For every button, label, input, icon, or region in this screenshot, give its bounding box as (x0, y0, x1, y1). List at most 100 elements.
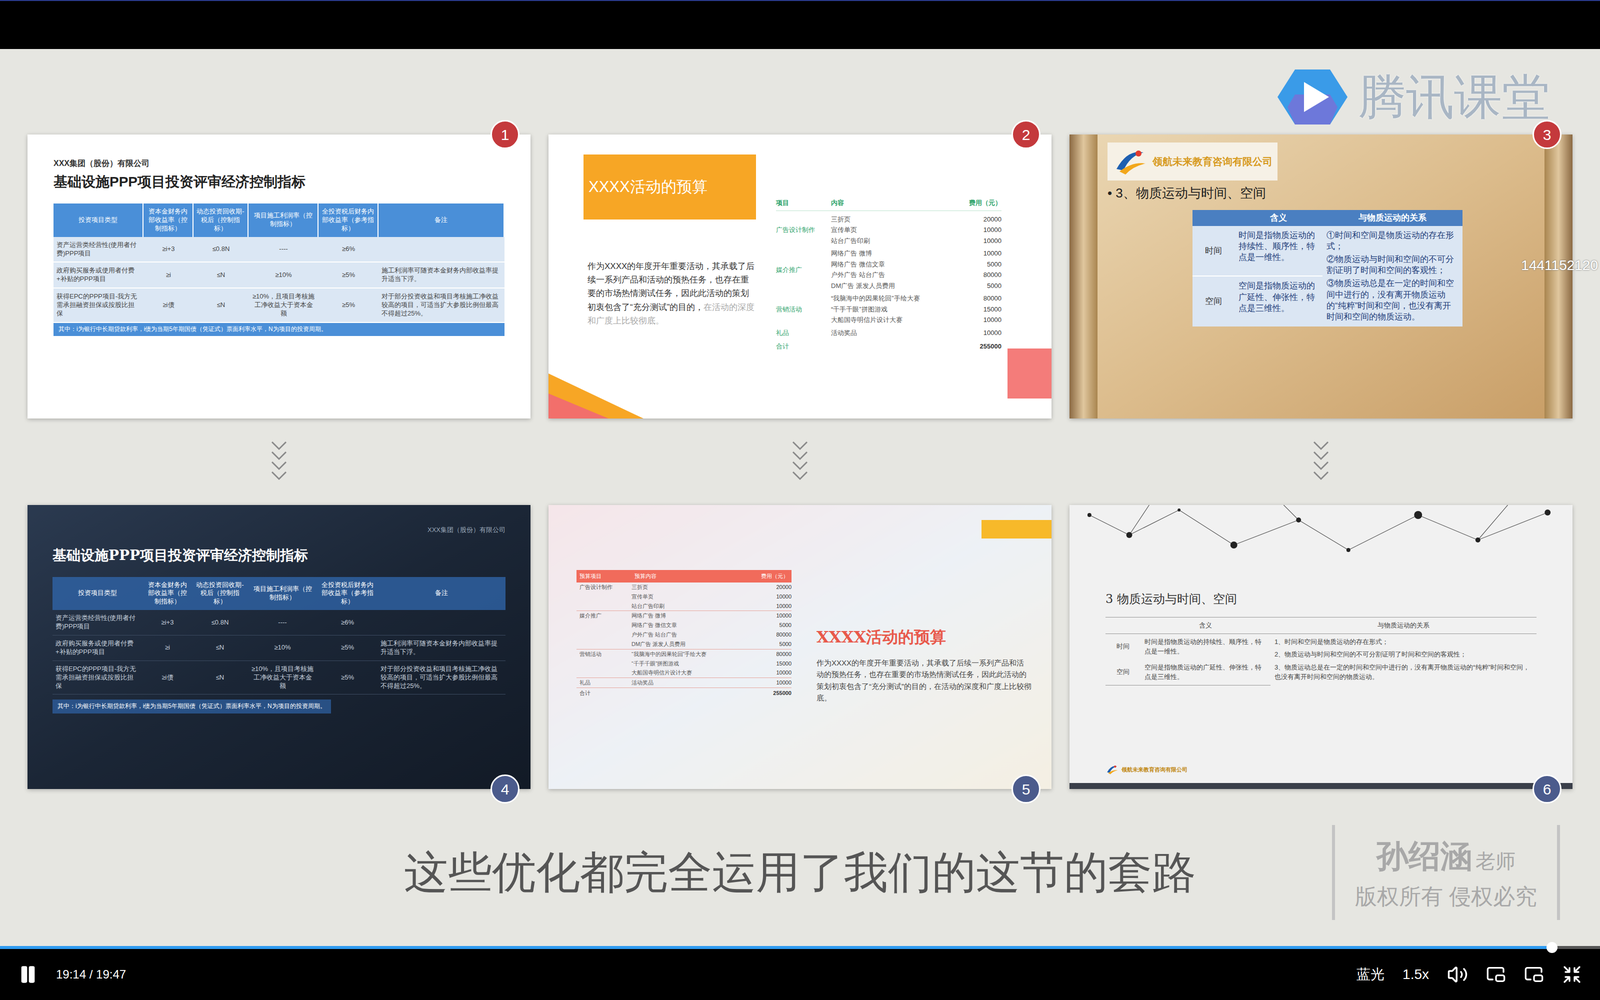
budget-group: 广告设计制作三折页20000宣传单页10000站台广告印刷10000 (576, 582, 792, 612)
web-fullscreen-button[interactable] (1524, 964, 1544, 985)
relation-item: 3、物质运动总是在一定的时间和空间中进行的，没有离开物质运动的“纯粹”时间和空间… (1274, 662, 1533, 682)
control-bar: 19:14 / 19:47蓝光1.5x (0, 946, 1600, 1000)
table-cell: ≥10% (247, 635, 318, 661)
table-cell: ≥10%，且项目考核施工净收益大于资本金额 (247, 661, 318, 695)
arrow-row (0, 418, 1600, 505)
table-row: 资产运营类经营性(使用者付费)PPP项目≥i+3≤0.8N----≥6% (53, 237, 505, 263)
budget-row: “千手千眼”拼图游戏15000 (831, 304, 1002, 315)
table-cell: ≥5% (318, 262, 379, 288)
brand-logo: 腾讯课堂 (1275, 61, 1550, 133)
brand-row: 腾讯课堂 (0, 49, 1600, 135)
budget-row: 三折页20000 (831, 214, 1002, 225)
table-cell: 政府购买服务或使用者付费+补贴的PPP项目 (53, 262, 144, 288)
budget-row: 活动奖品10000 (631, 678, 792, 688)
table-cell: ≥i+3 (142, 610, 193, 635)
table-cell: 资产运营类经营性(使用者付费)PPP项目 (52, 610, 143, 635)
table-header-cell: 动态投资回收期-税后（控制指标） (192, 577, 248, 611)
budget-row: DM广告 派发人员费用5000 (631, 639, 792, 649)
slide-badge: 1 (490, 120, 520, 149)
table-cell: 政府购买服务或使用者付费+补贴的PPP项目 (52, 635, 143, 661)
budget-slide: XXXX活动的预算作为XXXX的年度开年重要活动，其承载了后续一系列产品和活动的… (548, 134, 1052, 419)
table-cell: ≤0.8N (192, 610, 248, 635)
company-name: XXX集团（股份）有限公司 (53, 157, 505, 170)
video-frame: 腾讯课堂XXX集团（股份）有限公司基础设施PPP项目投资评审经济控制指标投资项目… (0, 49, 1600, 946)
slide-thumbnail[interactable]: 3 物质运动与时间、空间含义与物质运动的关系时间时间是指物质运动的持续性、顺序性… (1069, 505, 1573, 789)
company-name: XXX集团（股份）有限公司 (427, 525, 506, 535)
slide-badge: 6 (1532, 774, 1562, 804)
budget-category: 媒介推广 (776, 248, 831, 291)
budget-group: 营销活动“我脑海中的因果轮回”手绘大赛80000“千手千眼”拼图游戏15000大… (776, 293, 1002, 326)
slide-thumbnail[interactable]: XXX集团（股份）有限公司基础设施PPP项目投资评审经济控制指标投资项目类型资本… (27, 134, 531, 419)
table-note: 其中：i为银行中长期贷款利率，i债为当期5年期国债（凭证式）票面利率水平，N为项… (53, 323, 505, 336)
relation-item: ①时间和空间是物质运动的存在形式； (1326, 230, 1459, 252)
school-logo-icon (1105, 764, 1119, 775)
slide-title: 基础设施PPP项目投资评审经济控制指标 (53, 171, 505, 193)
pause-icon (18, 964, 38, 985)
slide-title: 基础设施PPP项目投资评审经济控制指标 (52, 545, 506, 566)
school-logo-icon (1112, 146, 1148, 177)
budget-row: 户外广告 站台广告80000 (831, 269, 1002, 281)
budget-row: 户外广告 站台广告80000 (631, 630, 792, 640)
down-arrows-icon (269, 437, 289, 487)
table-cell: ---- (247, 610, 318, 635)
budget-row: 网络广告 微信文章5000 (831, 259, 1002, 270)
slide-thumbnail[interactable]: XXX集团（股份）有限公司基础设施PPP项目投资评审经济控制指标投资项目类型资本… (27, 505, 531, 789)
down-arrows-icon (1311, 437, 1331, 487)
table-cell: 获得EPC的PPP项目-我方无需承担融资担保或按股比担保 (53, 288, 144, 322)
table-header-cell: 投资项目类型 (53, 203, 144, 237)
table-header-cell: 全投资税后财务内部收益率（参考指标） (318, 203, 379, 237)
quality-button[interactable]: 蓝光 (1356, 964, 1385, 985)
progress-track[interactable] (0, 946, 1600, 949)
volume-icon (1447, 964, 1468, 985)
table-cell: ≤N (193, 288, 249, 322)
table-header-cell: 资本金财务内部收益率（控制指标） (143, 203, 194, 237)
progress-fill (0, 946, 1552, 949)
speed-button[interactable]: 1.5x (1402, 964, 1429, 985)
corner-triangle-icon (548, 373, 644, 419)
budget-category: 媒介推广 (576, 611, 632, 649)
budget-total: 合计255000 (576, 688, 792, 699)
table-header-cell: 项目施工利润率（控制指标） (248, 203, 319, 237)
exit-fullscreen-button[interactable] (1562, 964, 1582, 985)
table-cell: ≥i+3 (143, 237, 194, 262)
table-header-cell: 投资项目类型 (52, 577, 143, 611)
table-cell (378, 237, 505, 262)
slide-thumbnail[interactable]: 预算项目预算内容费用（元）广告设计制作三折页20000宣传单页10000站台广告… (548, 505, 1052, 789)
slide-title: • 3、物质运动与时间、空间 (1107, 183, 1535, 203)
table-cell: 施工利润率可随资本金财务内部收益率提升适当下浮。 (377, 635, 506, 661)
table-cell: ---- (248, 237, 319, 262)
budget-category: 礼品 (776, 327, 831, 339)
slide-title: 3 物质运动与时间、空间 (1105, 590, 1537, 608)
table-cell: ≥i债 (143, 288, 194, 322)
tencent-classroom-icon (1275, 64, 1350, 130)
table-header-cell: 备注 (377, 577, 506, 611)
table-cell: ≥10% (248, 262, 319, 288)
brand-name: 腾讯课堂 (1358, 61, 1550, 133)
budget-row: 大船国寺明信片设计大赛10000 (631, 668, 792, 678)
budget-row: “千手千眼”拼图游戏15000 (631, 659, 792, 669)
progress-knob[interactable] (1546, 942, 1558, 953)
table-cell: ≥i (142, 635, 193, 661)
copyright-watermark: 孙绍涵老师版权所有 侵权必究 (1332, 825, 1560, 920)
budget-title-box: XXXX活动的预算 (583, 154, 756, 220)
volume-button[interactable] (1447, 964, 1468, 985)
table-header-cell: 项目施工利润率（控制指标） (247, 577, 318, 611)
budget-table: 预算项目预算内容费用（元）广告设计制作三折页20000宣传单页10000站台广告… (576, 570, 792, 789)
bottom-strip (1069, 783, 1573, 789)
table-row: 政府购买服务或使用者付费+补贴的PPP项目≥i≤N≥10%≥5%施工利润率可随资… (53, 262, 505, 289)
table-cell (377, 610, 506, 635)
budget-row: 大船国寺明信片设计大赛10000 (831, 314, 1002, 326)
viewer-id-watermark: 1441152120 (1521, 255, 1598, 276)
slide-thumbnail[interactable]: 领航未来教育咨询有限公司• 3、物质运动与时间、空间含义与物质运动的关系时间时间… (1069, 134, 1573, 419)
school-logo: 领航未来教育咨询有限公司 (1105, 764, 1537, 775)
budget-table: 项目内容费用（元）广告设计制作三折页20000宣传单页10000站台广告印刷10… (776, 198, 1002, 419)
table-cell: ≤0.8N (193, 237, 249, 262)
budget-group: 媒介推广网络广告 微博10000网络广告 微信文章5000户外广告 站台广告80… (776, 248, 1002, 291)
slide-thumbnail[interactable]: XXXX活动的预算作为XXXX的年度开年重要活动，其承载了后续一系列产品和活动的… (548, 134, 1052, 419)
pip-button[interactable] (1486, 964, 1506, 985)
corner-block (1007, 348, 1052, 399)
budget-category: 广告设计制作 (776, 214, 831, 247)
budget-row: DM广告 派发人员费用5000 (831, 280, 1002, 292)
table-cell: ≤N (193, 262, 249, 288)
play-pause-button[interactable] (18, 964, 38, 985)
